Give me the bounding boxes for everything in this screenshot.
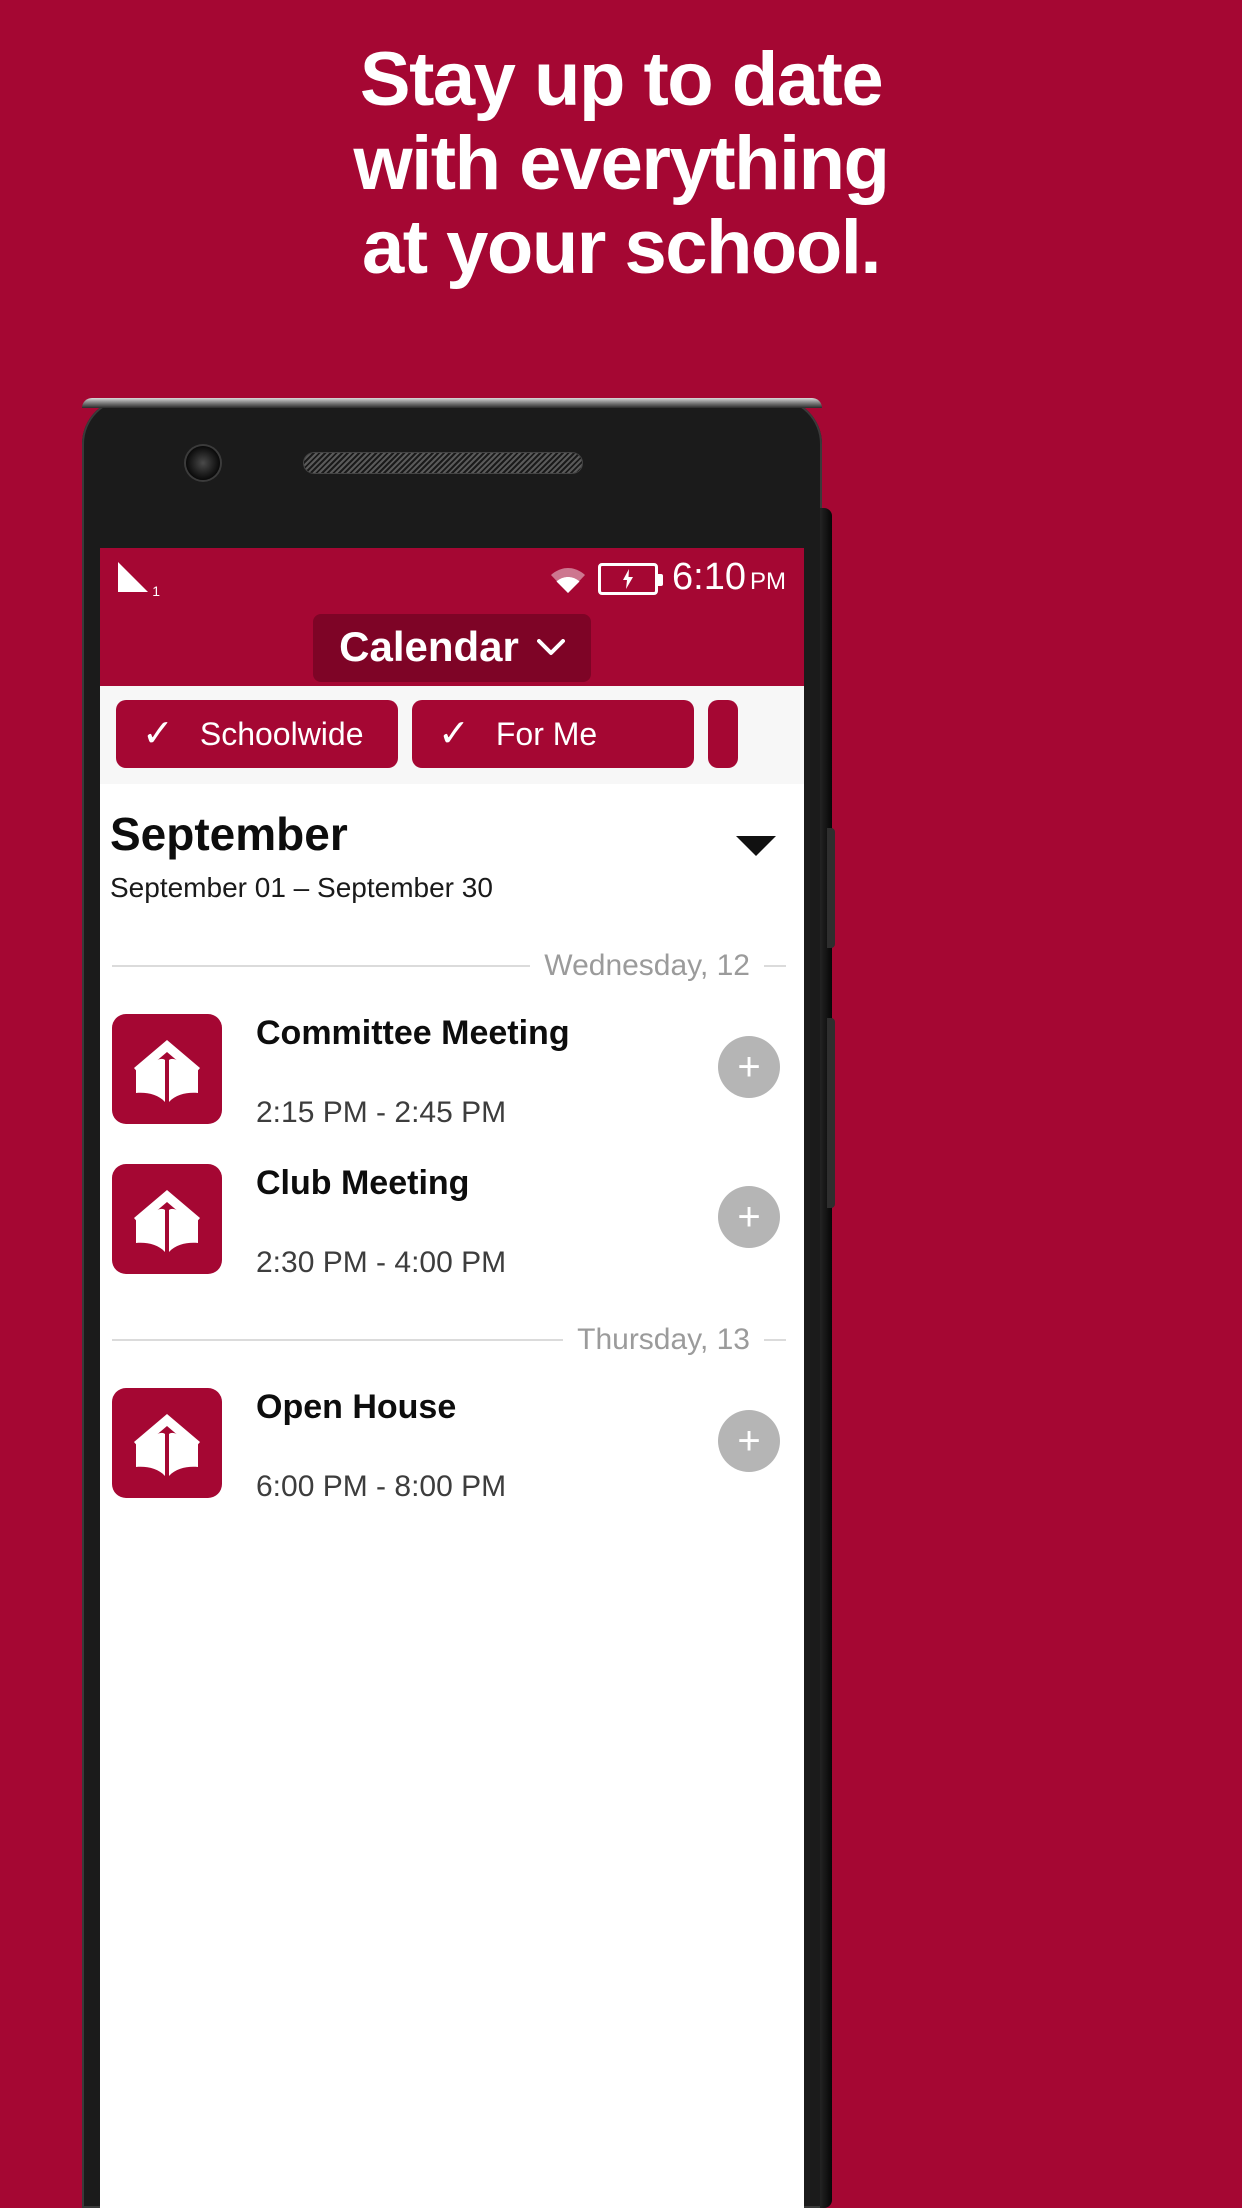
filter-chip-label: For Me	[495, 716, 598, 752]
divider-line	[764, 965, 786, 967]
signal-bars-icon: 1	[118, 560, 160, 599]
event-title: Club Meeting	[256, 1164, 470, 1202]
date-divider: Wednesday, 12	[100, 928, 804, 1002]
module-selector[interactable]: Calendar	[313, 614, 591, 682]
filter-chip-row[interactable]: ✓ Schoolwide ✓ For Me	[100, 686, 804, 784]
battery-charging-icon	[598, 563, 664, 595]
clock-time: 6:10	[672, 555, 746, 598]
event-title: Open House	[256, 1388, 457, 1426]
phone-screen: 1 6:10 PM Calendar ✓ Schoolwide ✓ For Me…	[100, 548, 804, 2208]
divider-line	[764, 1339, 786, 1341]
camera-icon	[186, 446, 220, 480]
school-book-icon	[112, 1014, 222, 1124]
filter-chip-for-me[interactable]: ✓ For Me	[412, 700, 694, 768]
list-item[interactable]: Committee Meeting 2:15 PM - 2:45 PM +	[100, 1002, 804, 1152]
month-range: September 01 – September 30	[110, 872, 493, 903]
date-divider-label: Thursday, 13	[577, 1323, 750, 1356]
signal-slot-label: 1	[152, 583, 160, 599]
list-item[interactable]: Club Meeting 2:30 PM - 4:00 PM +	[100, 1152, 804, 1302]
wifi-icon	[548, 560, 588, 598]
plus-icon[interactable]: +	[718, 1036, 780, 1098]
date-divider: Thursday, 13	[100, 1302, 804, 1376]
headline-line-2: with everything	[353, 121, 890, 206]
event-details: Committee Meeting 2:15 PM - 2:45 PM	[222, 1010, 804, 1130]
headline-line-1: Stay up to date	[359, 37, 884, 122]
month-header[interactable]: September September 01 – September 30	[100, 784, 804, 928]
promo-screenshot: Stay up to date with everything at your …	[0, 0, 1242, 2208]
event-details: Open House 6:00 PM - 8:00 PM	[222, 1384, 804, 1504]
page-title: September	[110, 808, 348, 860]
event-title: Committee Meeting	[256, 1014, 570, 1052]
filter-chip-label: Schoolwide	[199, 716, 364, 752]
plus-icon[interactable]: +	[718, 1186, 780, 1248]
caret-down-icon[interactable]	[736, 836, 776, 856]
status-bar: 1 6:10 PM	[100, 548, 804, 610]
filter-chip-overflow[interactable]	[708, 700, 738, 768]
status-clock: 6:10 PM	[672, 558, 786, 601]
date-divider-label: Wednesday, 12	[544, 949, 750, 982]
phone-mockup: 1 6:10 PM Calendar ✓ Schoolwide ✓ For Me…	[82, 398, 835, 2208]
headline-line-3: at your school.	[361, 205, 882, 290]
filter-chip-schoolwide[interactable]: ✓ Schoolwide	[116, 700, 398, 768]
volume-button[interactable]	[827, 1018, 835, 1208]
plus-icon[interactable]: +	[718, 1410, 780, 1472]
app-bar-title: Calendar	[339, 623, 519, 670]
check-icon: ✓	[142, 713, 174, 755]
phone-top-edge	[82, 398, 822, 408]
event-details: Club Meeting 2:30 PM - 4:00 PM	[222, 1160, 804, 1280]
phone-right-edge	[820, 508, 832, 2208]
divider-line	[112, 965, 531, 967]
promo-headline: Stay up to date with everything at your …	[0, 38, 1242, 290]
check-icon: ✓	[438, 713, 470, 755]
event-time: 2:30 PM - 4:00 PM	[256, 1246, 507, 1279]
school-book-icon	[112, 1388, 222, 1498]
event-time: 2:15 PM - 2:45 PM	[256, 1096, 507, 1129]
app-bar: Calendar	[100, 610, 804, 686]
speaker-grill-icon	[304, 453, 582, 473]
list-item[interactable]: Open House 6:00 PM - 8:00 PM +	[100, 1376, 804, 1526]
event-time: 6:00 PM - 8:00 PM	[256, 1470, 507, 1503]
power-button[interactable]	[827, 828, 835, 948]
clock-meridiem: PM	[750, 567, 786, 595]
chevron-down-icon	[536, 638, 565, 655]
school-book-icon	[112, 1164, 222, 1274]
divider-line	[112, 1339, 564, 1341]
